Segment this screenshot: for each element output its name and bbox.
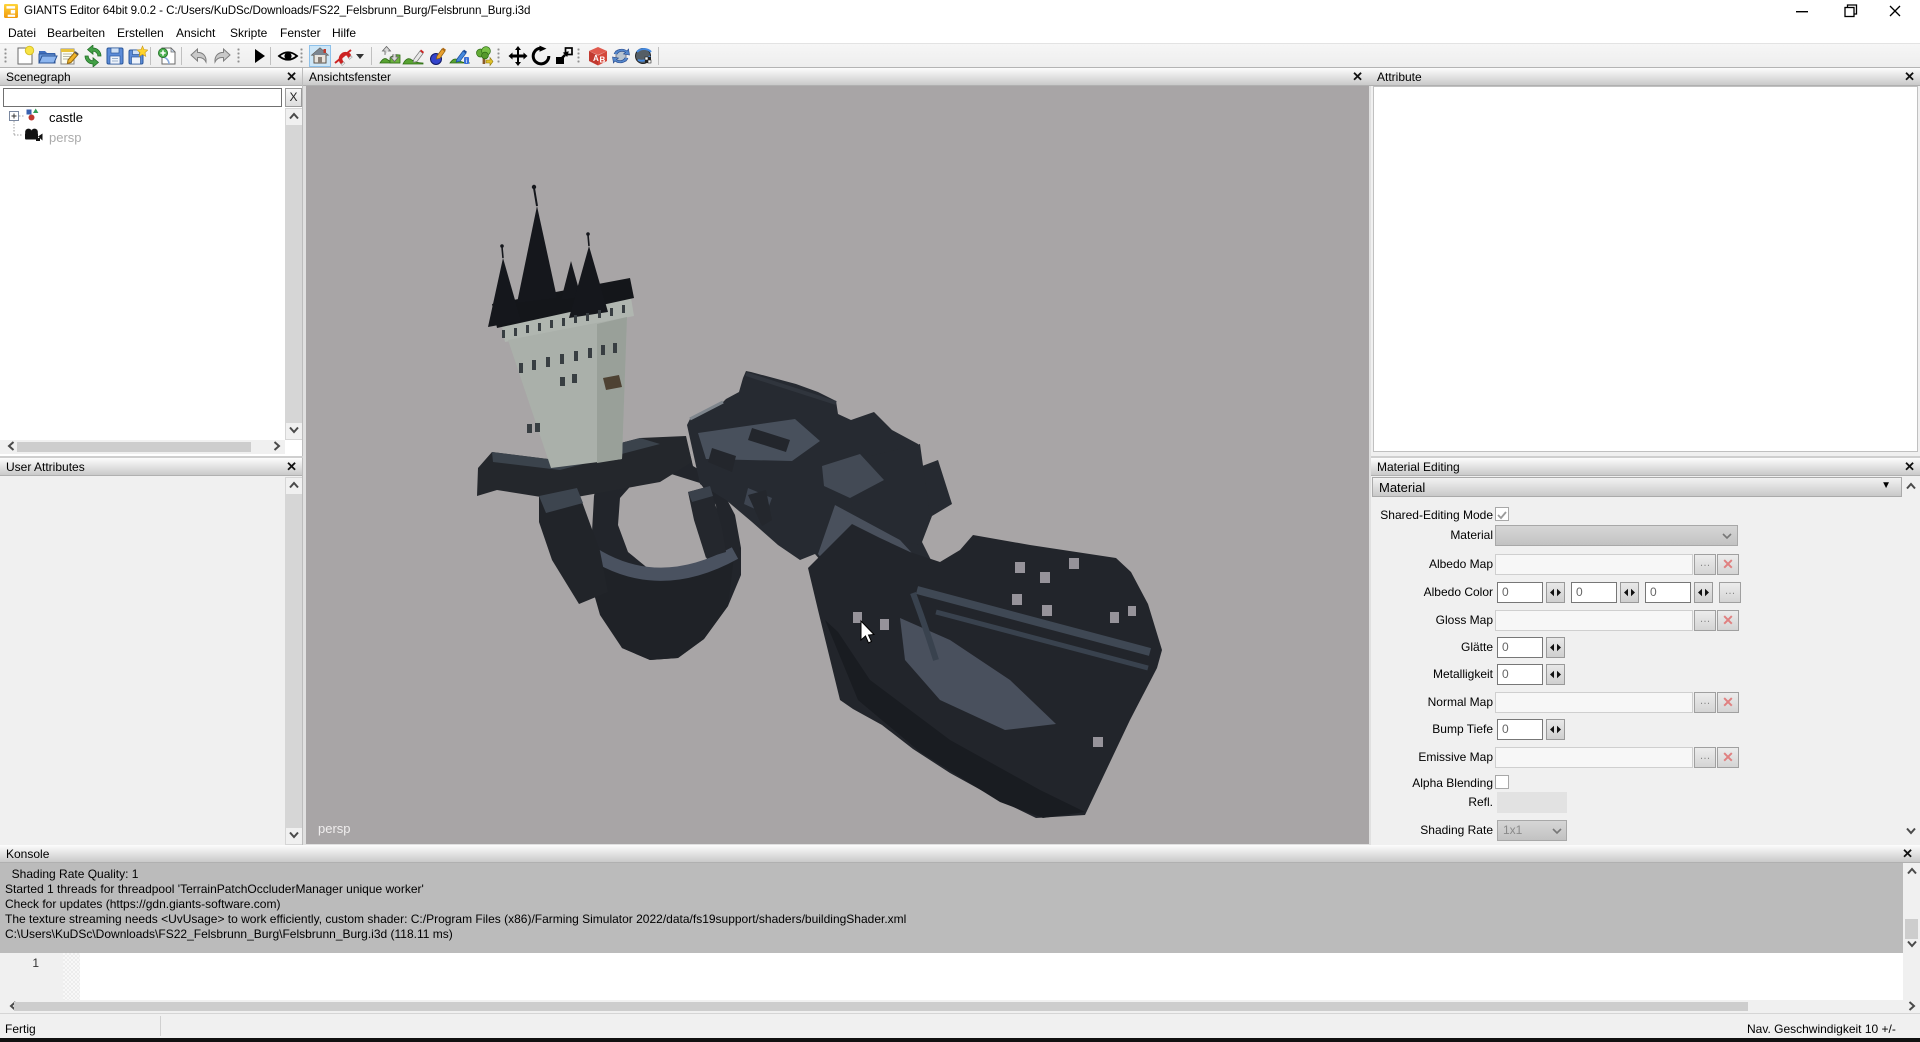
svg-text:B: B bbox=[600, 56, 606, 65]
svg-text:A: A bbox=[593, 54, 599, 63]
svg-text:i: i bbox=[466, 58, 467, 65]
